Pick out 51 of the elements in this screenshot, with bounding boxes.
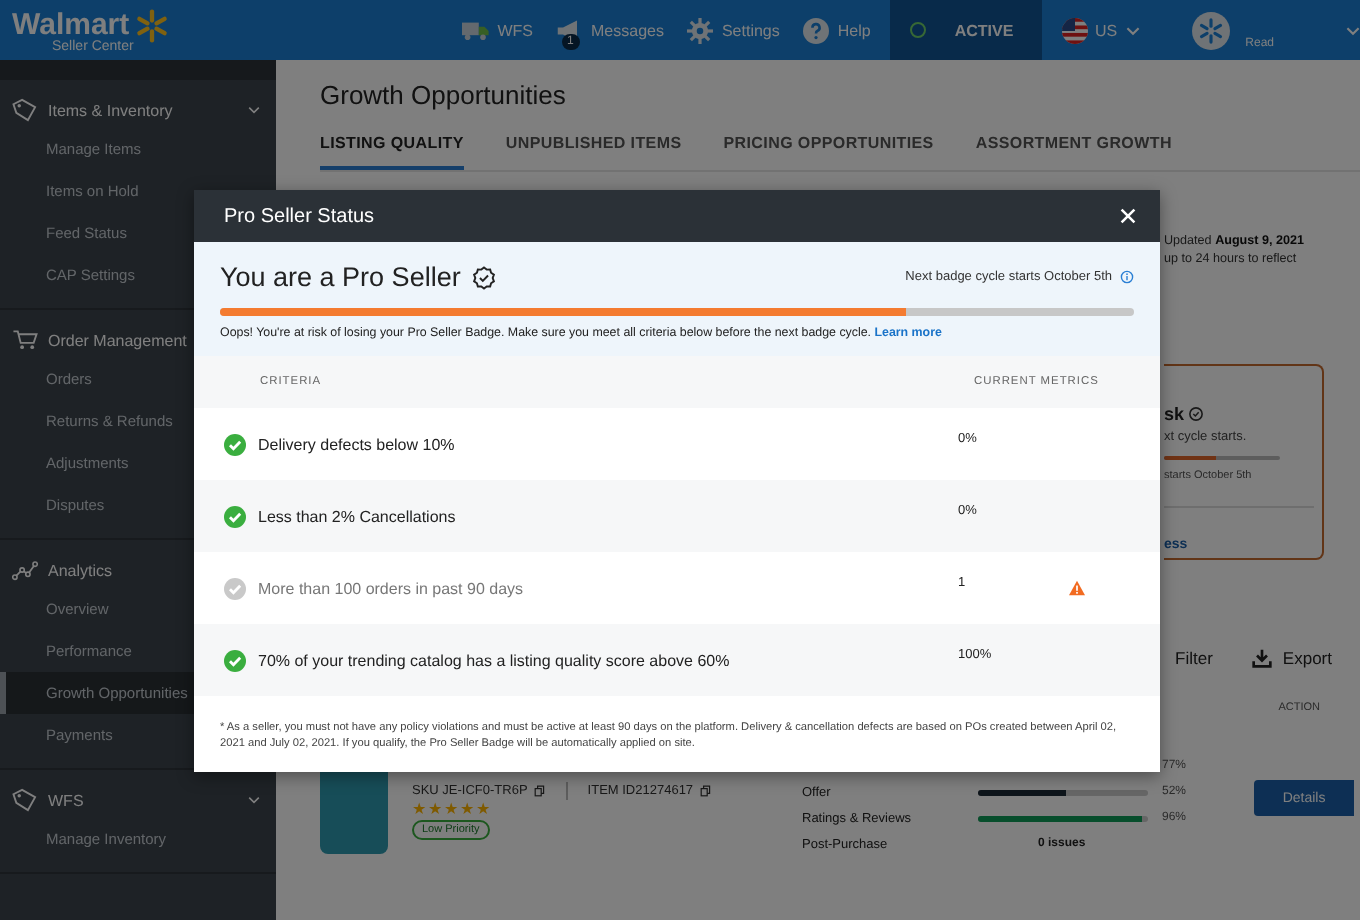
- chevron-down-icon[interactable]: [248, 106, 260, 114]
- nav-link[interactable]: WFS: [497, 21, 533, 39]
- info-icon[interactable]: [1120, 270, 1134, 284]
- export-button[interactable]: Export: [1282, 648, 1332, 668]
- star-icon: ★: [412, 800, 426, 818]
- pro-seller-heading: You are a Pro Seller: [220, 262, 461, 292]
- tab[interactable]: LISTING QUALITY: [320, 122, 464, 170]
- chevron-down-icon[interactable]: [1346, 25, 1360, 35]
- help-icon[interactable]: [801, 17, 830, 43]
- star-icon: ★: [444, 800, 458, 818]
- criteria-text: Less than 2% Cancellations: [258, 507, 458, 525]
- status-label: ACTIVE: [954, 21, 1014, 39]
- chevron-down-icon[interactable]: [248, 796, 260, 804]
- tab[interactable]: ASSORTMENT GROWTH: [975, 122, 1172, 170]
- settings-icon[interactable]: [685, 17, 714, 43]
- avatar-icon[interactable]: [1191, 11, 1230, 49]
- spark-icon: [133, 7, 170, 43]
- flag-icon[interactable]: [1061, 17, 1088, 43]
- tab[interactable]: PRICING OPPORTUNITIES: [723, 122, 934, 170]
- filter-button[interactable]: Filter: [1175, 648, 1213, 668]
- criteria-text: 70% of your trending catalog has a listing quality score above 60%: [258, 651, 732, 669]
- sidebar-section-title[interactable]: Analytics: [48, 561, 113, 579]
- star-icon: ★: [460, 800, 474, 818]
- copy-icon[interactable]: [533, 784, 546, 798]
- download-icon[interactable]: [1252, 648, 1273, 668]
- logo-text[interactable]: Walmart: [12, 10, 130, 40]
- star-icon: ★: [428, 800, 442, 818]
- nav-link[interactable]: Help: [837, 21, 871, 39]
- sidebar-section-title[interactable]: Order Management: [48, 331, 187, 349]
- risk-card-title: sk: [1164, 404, 1185, 424]
- star-icon: ★: [476, 800, 490, 818]
- badge-icon: [1188, 406, 1205, 422]
- page-title: Growth Opportunities: [320, 80, 568, 110]
- sidebar-section-title[interactable]: WFS: [48, 791, 84, 809]
- copy-icon[interactable]: [699, 784, 712, 798]
- criteria-text: More than 100 orders in past 90 days: [258, 579, 526, 597]
- sidebar-section-title[interactable]: Items & Inventory: [48, 101, 173, 119]
- cart-icon: [12, 328, 38, 352]
- badge-icon: [472, 265, 497, 289]
- close-icon[interactable]: [1120, 208, 1136, 224]
- line-graph-icon: [12, 558, 38, 582]
- tag-icon: [12, 788, 38, 812]
- status-ring-icon: [910, 22, 927, 38]
- chevron-down-icon[interactable]: [1125, 25, 1140, 35]
- dialog-title: Pro Seller Status: [224, 205, 375, 227]
- nav-link[interactable]: Settings: [721, 21, 780, 39]
- criteria-text: Delivery defects below 10%: [258, 435, 457, 453]
- nav-link[interactable]: Messages: [591, 21, 664, 39]
- tab[interactable]: UNPUBLISHED ITEMS: [505, 122, 682, 170]
- tag-icon: [12, 98, 38, 122]
- locale-selector[interactable]: US: [1095, 21, 1118, 39]
